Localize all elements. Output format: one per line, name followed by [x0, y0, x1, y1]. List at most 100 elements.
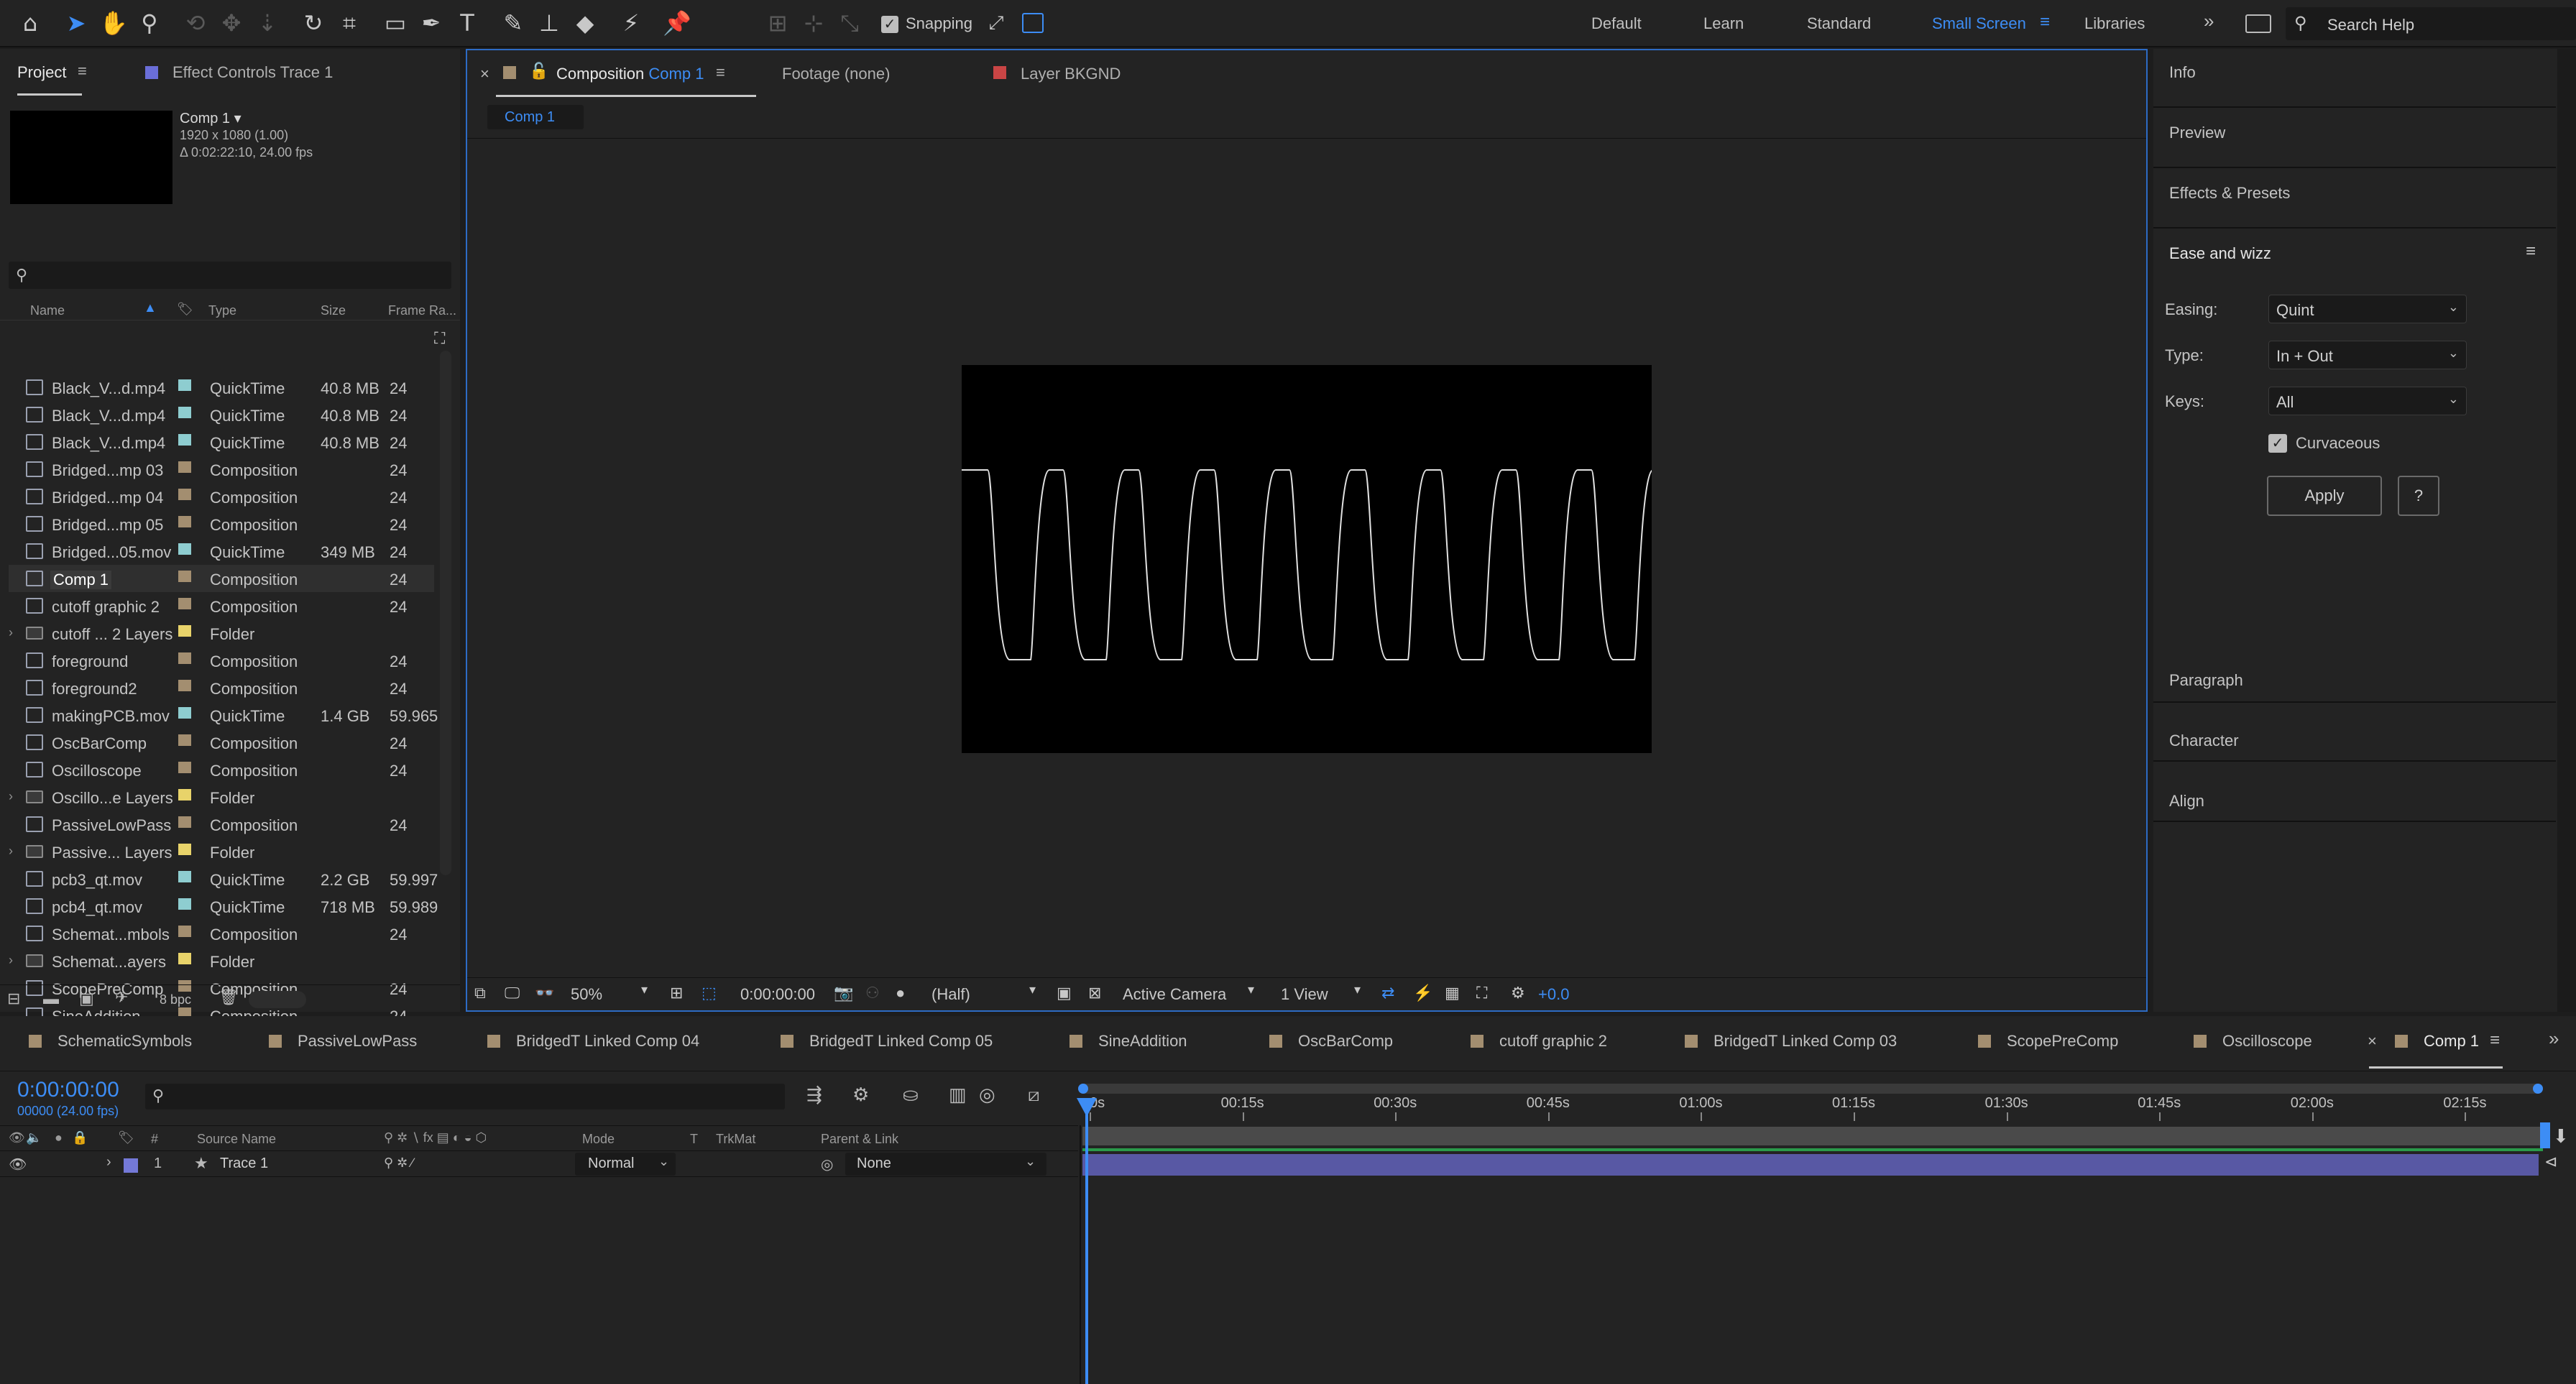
- chevron-down-icon[interactable]: ▾: [1248, 982, 1254, 997]
- info-panel-header[interactable]: Info: [2169, 63, 2196, 82]
- project-item-row[interactable]: foreground2 Composition 24: [9, 674, 434, 701]
- navigator-start-handle[interactable]: [1078, 1084, 1088, 1094]
- chevron-down-icon[interactable]: ▾: [1029, 982, 1036, 997]
- timeline-menu-icon[interactable]: ≡: [2490, 1030, 2500, 1051]
- snap-option-icon[interactable]: ⤢: [980, 7, 1012, 39]
- comp-marker-bin-icon[interactable]: ⬇: [2553, 1125, 2569, 1148]
- frame-blending-icon[interactable]: ▥: [949, 1084, 967, 1106]
- type-tool-icon[interactable]: T: [451, 7, 483, 39]
- region-of-interest-icon[interactable]: ▣: [1057, 984, 1072, 1002]
- layer-switches[interactable]: ⚲ ✲ ∕: [384, 1155, 413, 1171]
- project-item-row[interactable]: OscBarComp Composition 24: [9, 729, 434, 756]
- pixel-aspect-icon[interactable]: ⇄: [1381, 984, 1394, 1002]
- view-layout-select[interactable]: 1 View: [1281, 985, 1328, 1004]
- timeline-tab[interactable]: SineAddition: [1070, 1032, 1187, 1051]
- roto-brush-icon[interactable]: ⚡: [615, 7, 647, 39]
- item-label-color[interactable]: [178, 461, 191, 473]
- character-panel-header[interactable]: Character: [2169, 732, 2239, 750]
- align-panel-header[interactable]: Align: [2169, 792, 2204, 811]
- reset-exposure-icon[interactable]: ⚙: [1511, 984, 1525, 1002]
- item-label-color[interactable]: [178, 489, 191, 500]
- graph-editor-icon[interactable]: ⧄: [1028, 1084, 1040, 1107]
- tab-layer[interactable]: Layer BKGND: [1021, 65, 1121, 83]
- col-size[interactable]: Size: [321, 303, 346, 318]
- layer-name[interactable]: Trace 1: [220, 1155, 268, 1172]
- more-workspaces-icon[interactable]: »: [2204, 10, 2214, 32]
- display-icon[interactable]: 🖵: [505, 984, 520, 1002]
- eraser-tool-icon[interactable]: ◆: [569, 7, 601, 39]
- work-area-navigator[interactable]: [1078, 1084, 2543, 1094]
- thumbnail-size-slider[interactable]: [249, 991, 306, 1008]
- tab-project[interactable]: Project: [17, 63, 66, 82]
- selection-tool-icon[interactable]: ➤: [60, 7, 92, 39]
- label-tag-icon[interactable]: 🏷: [177, 302, 193, 317]
- fast-previews-icon[interactable]: ⚡: [1413, 984, 1432, 1002]
- project-item-row[interactable]: pcb4_qt.mov QuickTime 718 MB 59.989: [9, 892, 438, 920]
- keys-dropdown[interactable]: All ⌄: [2268, 387, 2467, 415]
- timeline-tab[interactable]: BridgedT Linked Comp 04: [487, 1032, 699, 1051]
- item-label-color[interactable]: [178, 379, 191, 391]
- flowchart-icon[interactable]: ⛶: [434, 329, 445, 348]
- viewer-menu-icon[interactable]: ≡: [716, 63, 725, 82]
- bpc-label[interactable]: 8 bpc: [160, 992, 191, 1007]
- layer-row[interactable]: 👁 › 1 ★ Trace 1 ⚲ ✲ ∕ Normal ⌄ ◎ None ⌄: [0, 1153, 1078, 1177]
- interpret-footage-icon[interactable]: ⊟: [7, 989, 20, 1008]
- project-item-row[interactable]: Black_V...d.mp4 QuickTime 40.8 MB 24: [9, 401, 434, 428]
- timeline-tab[interactable]: Comp 1: [2395, 1032, 2479, 1051]
- item-label-color[interactable]: [178, 871, 191, 882]
- item-label-color[interactable]: [178, 543, 191, 555]
- project-menu-icon[interactable]: ≡: [78, 62, 87, 80]
- rectangle-tool-icon[interactable]: ▭: [380, 7, 411, 39]
- label-tag-icon[interactable]: 🏷: [118, 1130, 134, 1145]
- timeline-tab[interactable]: ScopePreComp: [1978, 1032, 2118, 1051]
- item-label-color[interactable]: [178, 816, 191, 828]
- video-visibility-icon[interactable]: 👁: [9, 1130, 25, 1145]
- current-time-indicator[interactable]: [1085, 1099, 1088, 1384]
- brush-tool-icon[interactable]: ✎: [497, 7, 529, 39]
- project-item-row[interactable]: Black_V...d.mp4 QuickTime 40.8 MB 24: [9, 428, 434, 456]
- project-item-row[interactable]: Black_V...d.mp4 QuickTime 40.8 MB 24: [9, 374, 434, 401]
- project-item-row[interactable]: › Passive... Layers Folder: [9, 838, 434, 865]
- project-item-row[interactable]: makingPCB.mov QuickTime 1.4 GB 59.965: [9, 701, 438, 729]
- clone-stamp-icon[interactable]: ⊥: [533, 7, 565, 39]
- chevron-down-icon[interactable]: ▾: [1354, 982, 1361, 997]
- lock-icon[interactable]: 🔒: [72, 1130, 88, 1145]
- breadcrumb[interactable]: Comp 1: [487, 105, 584, 129]
- col-name[interactable]: Name: [30, 303, 65, 318]
- project-item-row[interactable]: cutoff graphic 2 Composition 24: [9, 592, 434, 619]
- pan-camera-icon[interactable]: ✥: [216, 7, 247, 39]
- orbit-camera-icon[interactable]: ⟲: [180, 7, 211, 39]
- preview-comp-name[interactable]: Comp 1 ▾: [180, 109, 242, 127]
- snapshot-icon[interactable]: 📷: [834, 984, 853, 1002]
- dolly-camera-icon[interactable]: ⇣: [252, 7, 283, 39]
- puppet-tool-icon[interactable]: 📌: [661, 7, 693, 39]
- item-label-color[interactable]: [178, 762, 191, 773]
- audio-icon[interactable]: 🔈: [26, 1130, 42, 1145]
- item-label-color[interactable]: [178, 571, 191, 582]
- effects-presets-panel-header[interactable]: Effects & Presets: [2169, 184, 2290, 203]
- item-label-color[interactable]: [178, 953, 191, 964]
- sort-ascending-icon[interactable]: ▲: [144, 300, 157, 315]
- col-source-name[interactable]: Source Name: [197, 1132, 276, 1147]
- curvaceous-checkbox[interactable]: ✓: [2268, 434, 2287, 453]
- workspace-learn[interactable]: Learn: [1703, 14, 1744, 33]
- project-item-row[interactable]: foreground Composition 24: [9, 647, 434, 674]
- project-item-row[interactable]: Bridged...05.mov QuickTime 349 MB 24: [9, 538, 434, 565]
- item-label-color[interactable]: [178, 707, 191, 719]
- item-label-color[interactable]: [178, 598, 191, 609]
- trace-layer-duration-bar[interactable]: [1082, 1154, 2539, 1176]
- project-item-row[interactable]: PassiveLowPass Composition 24: [9, 811, 434, 838]
- twirl-arrow-icon[interactable]: ›: [9, 789, 13, 804]
- mask-visibility-icon[interactable]: ⬚: [702, 984, 717, 1002]
- navigator-end-handle[interactable]: [2533, 1084, 2543, 1094]
- pick-whip-icon[interactable]: ◎: [821, 1155, 833, 1173]
- more-tabs-icon[interactable]: »: [2549, 1028, 2559, 1050]
- workspace-layout-icon[interactable]: [2245, 14, 2271, 33]
- zoom-tool-icon[interactable]: ⚲: [134, 7, 165, 39]
- comp-button-icon[interactable]: ⊲: [2544, 1153, 2557, 1171]
- snapping-checkbox[interactable]: ✓: [881, 16, 898, 33]
- project-item-row[interactable]: Oscilloscope Composition 24: [9, 756, 434, 783]
- paragraph-panel-header[interactable]: Paragraph: [2169, 671, 2243, 690]
- workspace-libraries[interactable]: Libraries: [2084, 14, 2145, 33]
- project-item-row[interactable]: Bridged...mp 05 Composition 24: [9, 510, 434, 538]
